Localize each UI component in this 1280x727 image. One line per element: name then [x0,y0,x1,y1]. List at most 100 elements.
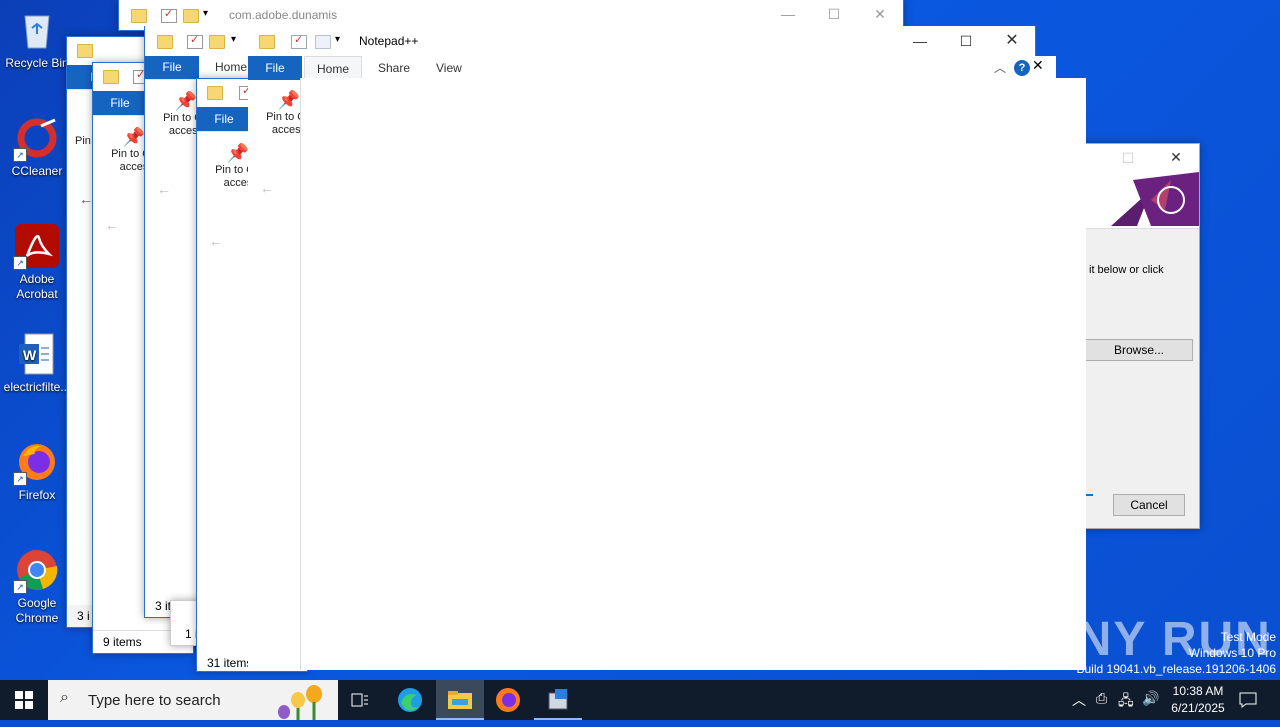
close-icon[interactable]: ✕ [1153,144,1199,172]
shortcut-arrow-icon: ↗ [13,148,27,162]
tab-view[interactable]: View [436,56,462,80]
properties-check-icon[interactable] [187,33,203,49]
back-arrow-icon[interactable]: ← [209,233,223,249]
ribbon-tabs-notepadpp: File Home Share View ︿ ? ✕ [248,56,1056,81]
properties-check-icon[interactable] [291,33,307,49]
tab-file[interactable]: File [197,107,251,131]
clock[interactable]: 10:38 AM 6/21/2025 [1158,683,1238,717]
shortcut-arrow-icon: ↗ [13,580,27,594]
desktop-icon-label: Adobe Acrobat [16,272,58,301]
taskbar-edge[interactable] [386,680,434,720]
svg-text:W: W [23,347,37,363]
device-icon[interactable]: ⎙ [1096,690,1107,707]
close-icon[interactable]: ✕ [1032,57,1044,74]
acrobat-icon: ↗ [13,224,59,270]
action-center-button[interactable] [1232,680,1264,720]
maximize-icon[interactable]: ☐ [1105,144,1151,172]
search-icon: ⌕ [60,689,69,706]
back-arrow-icon[interactable]: ← [105,217,119,233]
notification-icon [1239,692,1257,708]
desktop-icon-recycle-bin[interactable]: Recycle Bin [0,8,74,71]
back-arrow-icon[interactable]: ← [260,180,274,196]
minimize-icon[interactable]: — [897,26,943,54]
desktop-icon-acrobat[interactable]: ↗ Adobe Acrobat [0,224,74,302]
desktop-icon-chrome[interactable]: ↗ Google Chrome [0,548,74,626]
desktop-icon-label: Firefox [18,488,56,502]
folder-icon [157,35,173,49]
collapse-ribbon-icon[interactable]: ︿ [994,59,1006,76]
tab-share[interactable]: Share [378,56,410,80]
minimize-icon[interactable]: — [765,0,811,28]
explorer-window-notepadpp[interactable]: ▾ ▾ Notepad++ — ☐ ✕ [144,26,1036,56]
ribbon-tabs: File Home [145,55,255,80]
shortcut-arrow-icon: ↗ [13,256,27,270]
clock-date: 6/21/2025 [1171,701,1225,715]
desktop-icon-label: Google Chrome [15,596,59,625]
firefox-icon: ↗ [13,440,59,486]
back-arrow-icon[interactable]: ← [79,191,93,207]
dropdown-icon[interactable]: ▾ [203,8,208,19]
close-icon[interactable]: ✕ [989,26,1035,54]
system-tray: ︿ ⎙ 🖧 🔊 [1066,680,1166,720]
watermark-line1: Test Mode [1220,630,1276,644]
tab-file[interactable]: File [93,91,147,115]
properties-check-icon[interactable] [161,7,177,23]
desktop-icon-ccleaner[interactable]: ↗ CCleaner [0,116,74,179]
new-folder-icon[interactable] [209,35,225,49]
pin-label: Pin to Qu access [266,111,300,136]
tab-file[interactable]: File [145,55,199,79]
cancel-button[interactable]: Cancel [1113,494,1185,516]
windows-logo-icon [15,691,33,709]
test-mode-watermark: Test Mode Windows 10 Pro Build 19041.vb_… [1077,629,1277,677]
new-file-icon[interactable] [315,35,331,49]
file-explorer-icon [448,691,472,709]
shortcut-arrow-icon: ↗ [13,472,27,486]
tab-file[interactable]: File [248,56,302,80]
back-arrow-icon[interactable]: ← [157,181,171,197]
task-view-icon [351,693,368,707]
window-title: Notepad++ [359,34,419,48]
taskbar-installer-app[interactable] [534,680,582,720]
task-view-button[interactable] [336,680,384,720]
dropdown-icon[interactable]: ▾ [335,34,340,45]
help-icon[interactable]: ? [1014,60,1030,76]
start-button[interactable] [0,680,48,720]
installer-instruction: it below or click [1089,264,1164,276]
desktop-icon-firefox[interactable]: ↗ Firefox [0,440,74,503]
dropdown-icon[interactable]: ▾ [231,34,236,45]
folder-icon [207,86,223,100]
taskbar-firefox[interactable] [484,680,532,720]
network-icon[interactable]: 🖧 [1118,690,1134,714]
installer-app-icon [548,689,568,710]
maximize-icon[interactable]: ☐ [943,26,989,54]
chrome-icon: ↗ [13,548,59,594]
search-placeholder: Type here to search [88,692,221,709]
edge-icon [398,688,422,712]
pin-to-quick-access-button[interactable]: 📌 Pin to Qu access [254,90,300,137]
tab-home[interactable]: Home [215,55,247,79]
taskbar-file-explorer[interactable] [436,680,484,720]
window-title: com.adobe.dunamis [229,8,338,22]
firefox-icon [496,688,520,712]
pin-icon: 📌 [277,90,300,110]
folder-icon [103,70,119,84]
close-icon[interactable]: ✕ [857,0,903,28]
taskbar: ⌕ Type here to search ︿ ⎙ 🖧 🔊 10:38 AM 6… [0,680,1280,720]
desktop-icon-word-document[interactable]: W electricfilte... [0,332,74,395]
tulips-decoration-icon [278,685,322,720]
pin-label: Pin [75,135,91,147]
maximize-icon[interactable]: ☐ [811,0,857,28]
title-bar: ▾ ▾ Notepad++ — ☐ ✕ [145,26,1035,56]
new-folder-icon[interactable] [183,9,199,23]
show-hidden-icons[interactable]: ︿ [1072,690,1086,710]
blank-app-window[interactable] [300,78,1086,670]
volume-icon[interactable]: 🔊 [1142,690,1159,707]
explorer-window-f[interactable]: 📌 Pin to Qu access ← [248,80,300,670]
folder-icon [259,35,275,49]
taskbar-search-box[interactable]: ⌕ Type here to search [48,680,338,720]
clock-time: 10:38 AM [1172,684,1224,698]
folder-icon [131,9,147,23]
watermark-line2: Windows 10 Pro [1188,646,1276,660]
ccleaner-icon: ↗ [13,116,59,162]
browse-button[interactable]: Browse... [1085,339,1193,361]
